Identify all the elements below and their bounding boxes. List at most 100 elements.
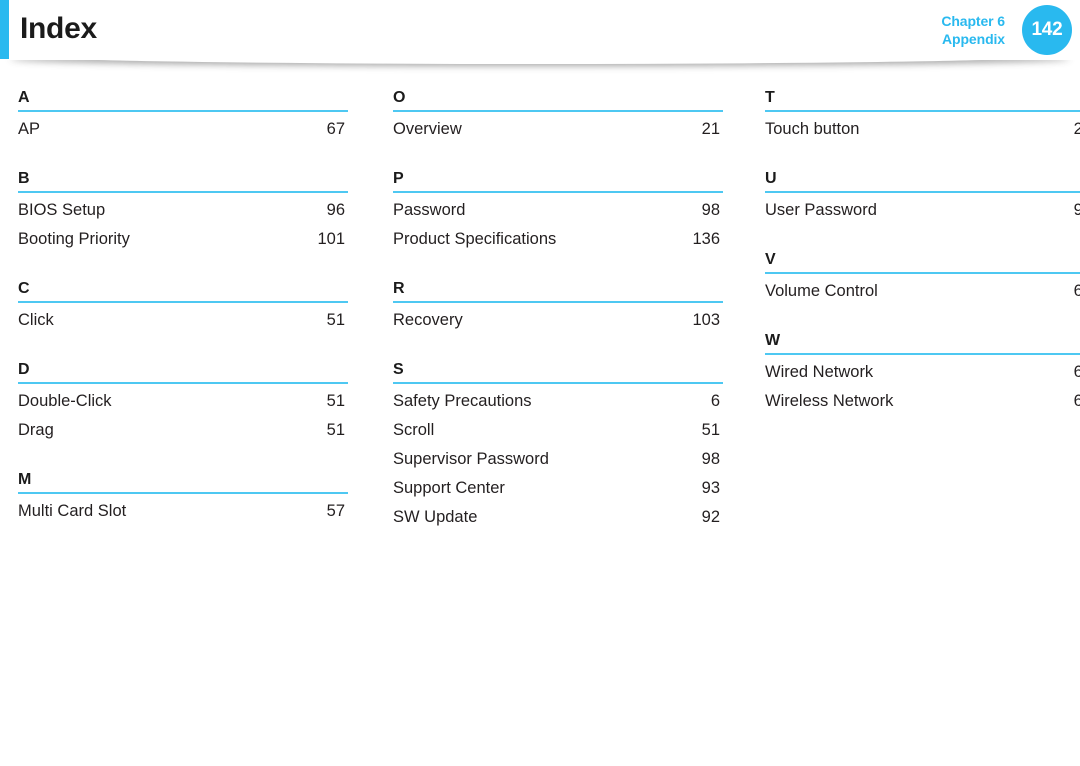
index-letter-rule [393, 110, 723, 112]
index-letter-heading: S [393, 361, 404, 378]
index-entry-page-number: 101 [317, 230, 345, 248]
index-entry-title: Safety Precautions [393, 392, 532, 410]
index-letter-heading: C [18, 280, 30, 297]
index-letter-rule [18, 301, 348, 303]
index-letter-heading: B [18, 170, 30, 187]
index-entry-page-number: 51 [326, 421, 345, 439]
index-entry-row[interactable]: Safety Precautions 6 [393, 387, 723, 416]
index-entry-page-number: 96 [326, 201, 345, 219]
index-letter-rule [18, 191, 348, 193]
index-entry-title: Booting Priority [18, 230, 130, 248]
index-entry-row[interactable]: Password 98 [393, 196, 723, 225]
index-letter-heading: A [18, 89, 30, 106]
index-entry-title: Wireless Network [765, 392, 894, 410]
index-entry-title: AP [18, 120, 41, 138]
index-letter-heading: V [765, 251, 776, 268]
index-section-gap [18, 335, 378, 346]
index-letter-rule [765, 191, 1080, 193]
index-column-2: O Overview 21 P Password 98 Product Specificat… [378, 74, 748, 543]
index-entry-row[interactable]: Recovery 103 [393, 306, 723, 335]
index-entry-page-number: 67 [326, 120, 345, 138]
index-section-gap [765, 225, 1080, 236]
index-entry-title: Click [18, 311, 54, 329]
chapter-label: Chapter 6 [941, 13, 1005, 29]
index-entry-row[interactable]: Wired Network 64 [765, 358, 1080, 387]
index-letter-rule [18, 382, 348, 384]
index-letter-rule [393, 191, 723, 193]
index-entry-row[interactable]: Wireless Network 67 [765, 387, 1080, 416]
index-section-gap [18, 445, 378, 456]
index-entry-row[interactable]: Supervisor Password 98 [393, 445, 723, 474]
index-entry-row[interactable]: Overview 21 [393, 115, 723, 144]
index-entry-row[interactable]: Booting Priority 101 [18, 225, 348, 254]
index-section-gap [18, 526, 378, 537]
index-letter-section: T Touch button 22 [765, 74, 1080, 144]
index-letter-section: M Multi Card Slot 57 [18, 456, 378, 526]
index-entry-title: Password [393, 201, 466, 219]
index-letter-rule [765, 272, 1080, 274]
index-letter-section: B BIOS Setup 96 Booting Priority 101 [18, 155, 378, 254]
index-section-gap [765, 306, 1080, 317]
index-letter-section: S Safety Precautions 6 Scroll 51 Supervisor P… [393, 346, 748, 532]
index-letter-section: D Double-Click 51 Drag 51 [18, 346, 378, 445]
index-letter-section: W Wired Network 64 Wireless Network 67 [765, 317, 1080, 416]
index-entry-page-number: 21 [701, 120, 720, 138]
index-letter-rule [393, 382, 723, 384]
index-entry-page-number: 51 [701, 421, 720, 439]
index-entry-title: Multi Card Slot [18, 502, 127, 520]
index-entry-title: Supervisor Password [393, 450, 549, 468]
index-letter-rule [18, 492, 348, 494]
index-entry-row[interactable]: Drag 51 [18, 416, 348, 445]
index-entry-title: Support Center [393, 479, 505, 497]
index-entry-row[interactable]: SW Update 92 [393, 503, 723, 532]
index-letter-rule [765, 353, 1080, 355]
index-entry-page-number: 64 [1073, 363, 1080, 381]
index-entry-title: Double-Click [18, 392, 112, 410]
index-letter-rule [18, 110, 348, 112]
index-entry-row[interactable]: User Password 99 [765, 196, 1080, 225]
page-number-badge: 142 [1022, 5, 1072, 55]
index-entry-row[interactable]: Multi Card Slot 57 [18, 497, 348, 526]
index-entry-page-number: 67 [1073, 392, 1080, 410]
index-letter-section: P Password 98 Product Specifications 136 [393, 155, 748, 254]
header-accent-bar [0, 0, 9, 59]
index-entry-row[interactable]: Support Center 93 [393, 474, 723, 503]
index-entry-title: User Password [765, 201, 877, 219]
index-entry-title: Volume Control [765, 282, 878, 300]
index-entry-row[interactable]: Volume Control 61 [765, 277, 1080, 306]
index-letter-heading: W [765, 332, 781, 349]
appendix-label: Appendix [942, 31, 1005, 47]
index-section-gap [765, 144, 1080, 155]
index-letter-heading: R [393, 280, 405, 297]
index-entry-page-number: 103 [692, 311, 720, 329]
index-entry-page-number: 51 [326, 311, 345, 329]
index-entry-title: Recovery [393, 311, 463, 329]
index-entry-row[interactable]: BIOS Setup 96 [18, 196, 348, 225]
index-entry-title: Touch button [765, 120, 860, 138]
index-entry-title: BIOS Setup [18, 201, 106, 219]
index-letter-rule [765, 110, 1080, 112]
index-entry-title: Wired Network [765, 363, 874, 381]
index-entry-page-number: 61 [1073, 282, 1080, 300]
index-letter-rule [393, 301, 723, 303]
index-entry-row[interactable]: Product Specifications 136 [393, 225, 723, 254]
index-entry-page-number: 98 [701, 201, 720, 219]
index-entry-row[interactable]: Double-Click 51 [18, 387, 348, 416]
index-section-gap [393, 335, 748, 346]
index-entry-row[interactable]: Touch button 22 [765, 115, 1080, 144]
index-entry-title: Product Specifications [393, 230, 557, 248]
index-entry-row[interactable]: Click 51 [18, 306, 348, 335]
index-section-gap [18, 254, 378, 265]
index-entry-page-number: 51 [326, 392, 345, 410]
page-header: Index Chapter 6 Appendix 142 [0, 0, 1080, 60]
index-column-1: A AP 67 B BIOS Setup 96 Booting Priority 101 C Cl… [0, 74, 378, 537]
page-title: Index [20, 12, 97, 45]
index-entry-page-number: 57 [326, 502, 345, 520]
index-entry-row[interactable]: Scroll 51 [393, 416, 723, 445]
index-entry-page-number: 99 [1073, 201, 1080, 219]
index-letter-heading: O [393, 89, 406, 106]
index-entry-title: Scroll [393, 421, 435, 439]
index-letter-heading: M [18, 471, 32, 488]
index-letter-section: A AP 67 [18, 74, 378, 144]
index-entry-row[interactable]: AP 67 [18, 115, 348, 144]
